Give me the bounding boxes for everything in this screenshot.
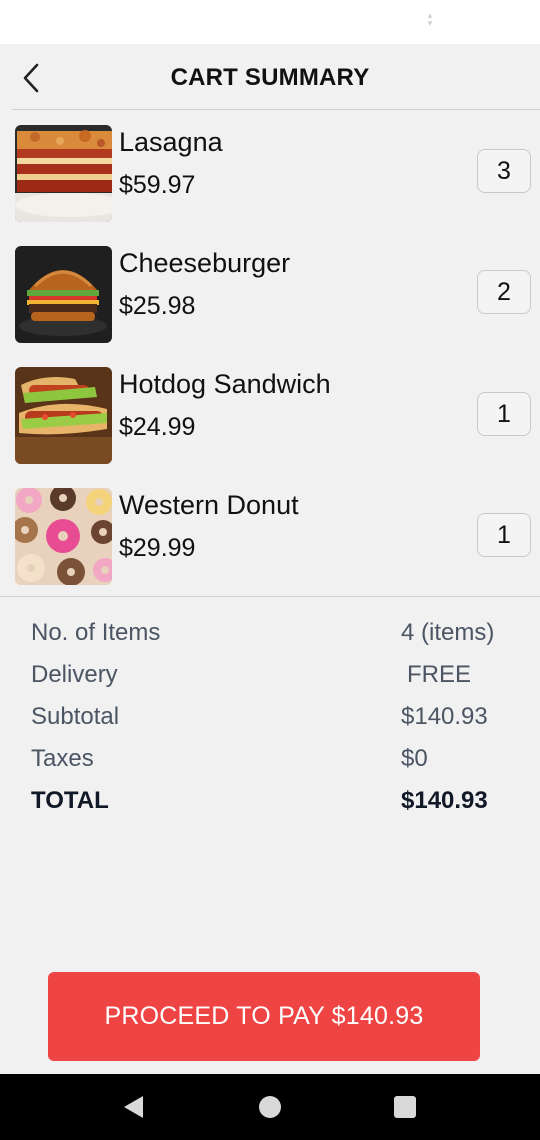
scroll-indicator-icon: ▴ ▾ [427,10,433,28]
nav-home-button[interactable] [257,1094,283,1120]
summary-row-subtotal: Subtotal $140.93 [0,703,540,743]
summary-value: $140.93 [401,703,488,730]
nav-recents-button[interactable] [392,1094,418,1120]
triangle-back-icon [124,1096,143,1118]
summary-label: Subtotal [31,703,120,730]
summary-label: No. of Items [31,619,161,646]
system-nav-bar [0,1074,540,1140]
quantity-box[interactable]: 1 [477,513,531,557]
quantity-box[interactable]: 3 [477,149,531,193]
quantity-box[interactable]: 1 [477,392,531,436]
summary-value: $0 [401,745,428,772]
cart-item[interactable]: Hotdog Sandwich $24.99 1 [0,352,540,473]
summary-label: Delivery [31,661,118,688]
donut-image [15,488,112,585]
lasagna-image [15,125,112,222]
cheeseburger-image [15,246,112,343]
total-label: TOTAL [31,787,109,814]
item-name: Cheeseburger [119,248,291,278]
summary-value: FREE [407,661,472,688]
item-name: Lasagna [119,127,223,157]
summary-row-total: TOTAL $140.93 [0,787,540,827]
page-title: CART SUMMARY [170,64,370,91]
quantity-box[interactable]: 2 [477,270,531,314]
proceed-to-pay-button[interactable]: PROCEED TO PAY $140.93 [48,972,480,1061]
item-price: $59.97 [119,171,196,199]
item-price: $29.99 [119,534,196,562]
summary-row-delivery: Delivery FREE [0,661,540,701]
summary-row-items: No. of Items 4 (items) [0,619,540,659]
cart-item[interactable]: Cheeseburger $25.98 2 [0,231,540,352]
status-bar: ▴ ▾ [0,0,540,44]
cart-item[interactable]: Lasagna $59.97 3 [0,110,540,231]
item-price: $24.99 [119,413,196,441]
square-recents-icon [394,1096,416,1118]
app-header: CART SUMMARY [0,44,540,110]
hotdog-image [15,367,112,464]
nav-back-button[interactable] [121,1094,147,1120]
item-name: Hotdog Sandwich [119,369,331,399]
total-value: $140.93 [401,787,488,814]
summary-label: Taxes [31,745,94,772]
cart-item[interactable]: Western Donut $29.99 1 [0,473,540,594]
item-name: Western Donut [119,490,299,520]
circle-home-icon [259,1096,281,1118]
summary-divider [0,596,540,597]
summary-row-taxes: Taxes $0 [0,745,540,785]
summary-value: 4 (items) [401,619,495,646]
item-price: $25.98 [119,292,196,320]
